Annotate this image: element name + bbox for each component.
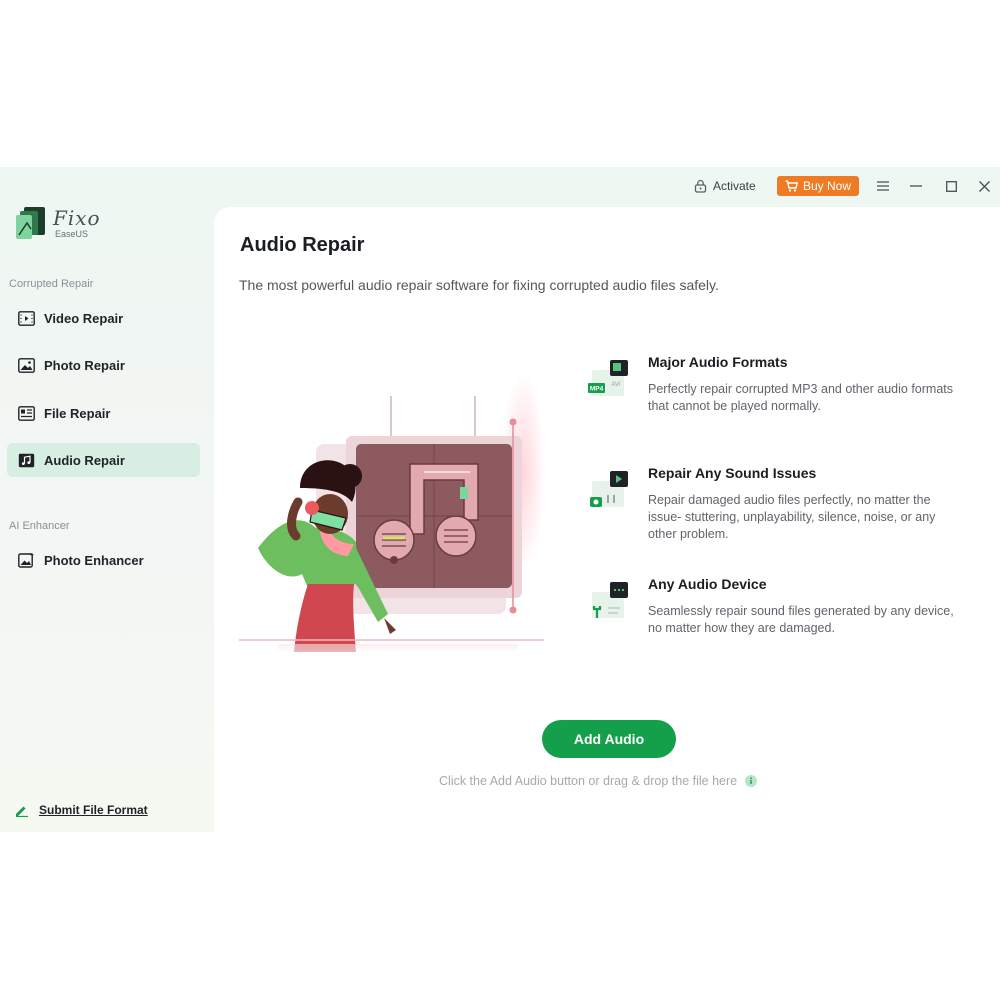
lock-icon: [694, 179, 707, 193]
feature-description: Seamlessly repair sound files generated …: [648, 604, 954, 635]
mp4-badge: MP4: [590, 386, 604, 393]
app-logo: Fixo EaseUS: [15, 205, 101, 241]
audio-repair-illustration: [239, 372, 545, 652]
feature-repair-sound-issues: Repair Any Sound Issues Repair damaged a…: [588, 465, 958, 576]
main-panel: Audio Repair The most powerful audio rep…: [214, 207, 1000, 832]
cart-icon: [785, 180, 798, 192]
sidebar-item-label: Audio Repair: [44, 452, 125, 468]
drop-hint: Click the Add Audio button or drag & dro…: [439, 774, 789, 788]
close-icon: [978, 180, 990, 192]
feature-any-audio-device: Any Audio Device Seamlessly repair sound…: [588, 576, 958, 687]
sidebar-item-video-repair[interactable]: Video Repair: [7, 301, 200, 335]
submit-file-format-label: Submit File Format: [39, 803, 148, 817]
close-button[interactable]: [974, 176, 994, 196]
photo-icon: [18, 357, 35, 373]
section-label-ai-enhancer: AI Enhancer: [9, 520, 70, 532]
sidebar-item-photo-enhancer[interactable]: Photo Enhancer: [7, 543, 200, 577]
sidebar: Fixo EaseUS Corrupted Repair Video Repai…: [0, 167, 214, 832]
sidebar-item-label: Photo Enhancer: [44, 552, 144, 568]
sidebar-item-label: Video Repair: [44, 310, 124, 326]
menu-button[interactable]: [873, 176, 893, 196]
sidebar-item-label: Photo Repair: [44, 357, 125, 373]
file-icon: [18, 405, 35, 421]
video-icon: [18, 310, 35, 326]
app-window: Activate Buy Now Fixo EaseUS Corrupted R…: [0, 167, 1000, 832]
minimize-icon: [910, 185, 922, 187]
activate-label: Activate: [713, 179, 756, 193]
activate-button[interactable]: Activate: [694, 177, 756, 195]
hamburger-icon: [877, 181, 889, 191]
maximize-icon: [945, 180, 957, 192]
feature-title: Major Audio Formats: [648, 354, 788, 370]
audio-formats-icon: MP4 AVI: [588, 360, 628, 396]
avi-badge: AVI: [611, 382, 621, 388]
sidebar-item-label: File Repair: [44, 405, 111, 421]
info-icon[interactable]: [745, 775, 758, 787]
section-label-corrupted-repair: Corrupted Repair: [9, 278, 94, 290]
buy-now-label: Buy Now: [802, 179, 852, 193]
brand-sub: EaseUS: [55, 229, 89, 239]
feature-description: Perfectly repair corrupted MP3 and other…: [648, 382, 954, 413]
sidebar-item-photo-repair[interactable]: Photo Repair: [7, 348, 200, 382]
submit-file-format-link[interactable]: Submit File Format: [15, 803, 148, 817]
photo-enhancer-icon: [18, 552, 35, 568]
page-subtitle: The most powerful audio repair software …: [239, 277, 719, 293]
feature-title: Any Audio Device: [648, 576, 767, 592]
audio-icon: [18, 453, 35, 467]
brand-name: Fixo: [53, 206, 101, 230]
buy-now-button[interactable]: Buy Now: [777, 176, 859, 196]
drop-hint-text: Click the Add Audio button or drag & dro…: [439, 774, 738, 788]
fixo-logo-icon: [16, 207, 45, 239]
maximize-button[interactable]: [941, 176, 961, 196]
page-title: Audio Repair: [240, 234, 365, 256]
minimize-button[interactable]: [906, 176, 926, 196]
sidebar-item-file-repair[interactable]: File Repair: [7, 396, 200, 430]
sidebar-item-audio-repair[interactable]: Audio Repair: [7, 443, 200, 477]
add-audio-button[interactable]: Add Audio: [542, 720, 676, 758]
audio-device-icon: [592, 582, 628, 618]
feature-title: Repair Any Sound Issues: [648, 465, 817, 481]
feature-list: MP4 AVI Major Audio Formats Perfectly re…: [588, 354, 958, 687]
feature-major-audio-formats: MP4 AVI Major Audio Formats Perfectly re…: [588, 354, 958, 465]
pencil-icon: [16, 806, 28, 817]
sound-issues-icon: [590, 471, 628, 507]
feature-description: Repair damaged audio files perfectly, no…: [648, 493, 936, 541]
